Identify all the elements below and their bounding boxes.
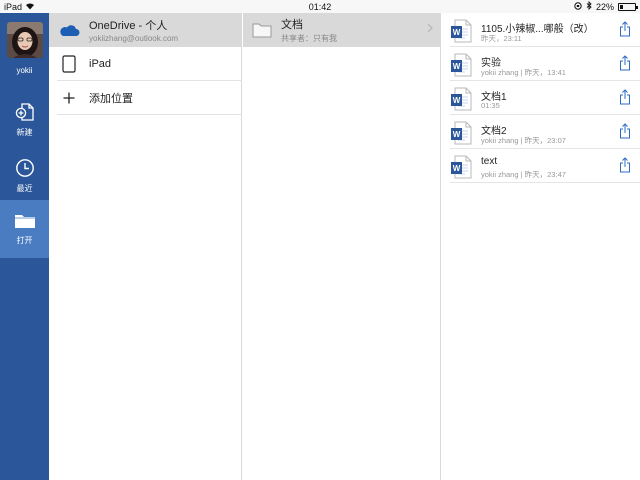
file-meta: yokii zhang | 昨天，23:07 (481, 136, 566, 145)
file-item[interactable]: W 1105.小辣椒...哪般（改） 昨天，23:11 (442, 13, 640, 47)
word-doc-icon: W (450, 121, 472, 150)
bluetooth-icon (586, 0, 592, 12)
status-left: iPad (4, 2, 35, 12)
file-meta: yokii zhang | 昨天，23:47 (481, 170, 566, 179)
ipad-icon (49, 55, 89, 73)
folders-pane: 文档 共享者：只有我 (243, 13, 441, 480)
chevron-right-icon (427, 23, 433, 36)
nav-open-label: 打开 (16, 236, 33, 245)
status-bar: iPad 01:42 22% (0, 0, 640, 13)
onedrive-cloud-icon (49, 23, 89, 37)
file-meta: 昨天，23:11 (481, 34, 522, 43)
share-icon[interactable] (619, 21, 631, 42)
files-pane: W 1105.小辣椒...哪般（改） 昨天，23:11 W 实验 yokii z… (442, 13, 640, 480)
share-icon[interactable] (619, 55, 631, 76)
nav-open[interactable]: 打开 (0, 200, 49, 258)
status-time: 01:42 (308, 1, 332, 12)
folder-icon (243, 22, 281, 38)
plus-icon (49, 92, 89, 104)
location-onedrive[interactable]: OneDrive - 个人 yokiizhang@outlook.com (49, 13, 242, 47)
nav-new[interactable]: 新建 (0, 91, 49, 149)
share-icon[interactable] (619, 89, 631, 110)
nav-recent[interactable]: 最近 (0, 147, 49, 205)
word-doc-icon: W (450, 87, 472, 116)
battery-icon (618, 2, 638, 11)
word-doc-icon: W (450, 53, 472, 82)
nav-new-label: 新建 (16, 128, 33, 137)
nav-recent-label: 最近 (16, 184, 33, 193)
add-place-title: 添加位置 (89, 93, 133, 105)
file-item[interactable]: W 实验 yokii zhang | 昨天，13:41 (442, 47, 640, 81)
file-meta: yokii zhang | 昨天，13:41 (481, 68, 566, 77)
svg-text:W: W (453, 164, 461, 173)
clock-icon (15, 158, 35, 178)
divider (450, 182, 640, 183)
word-doc-icon: W (450, 155, 472, 184)
share-icon[interactable] (619, 123, 631, 144)
avatar[interactable] (7, 22, 43, 58)
file-name: text (481, 156, 498, 167)
share-icon[interactable] (619, 157, 631, 178)
location-add-place[interactable]: 添加位置 (49, 81, 242, 115)
folder-sharing: 共享者：只有我 (281, 34, 337, 43)
wifi-icon (25, 2, 35, 12)
folder-name: 文档 (281, 19, 303, 31)
svg-text:W: W (453, 62, 461, 71)
locations-pane: OneDrive - 个人 yokiizhang@outlook.com iPa… (49, 13, 242, 480)
orientation-lock-icon (574, 1, 582, 12)
ipad-title: iPad (89, 58, 112, 70)
svg-text:W: W (453, 130, 461, 139)
onedrive-title: OneDrive - 个人 (89, 20, 168, 32)
file-meta: 01:35 (481, 101, 500, 110)
svg-text:W: W (453, 96, 461, 105)
file-item[interactable]: W text yokii zhang | 昨天，23:47 (442, 149, 640, 183)
onedrive-email: yokiizhang@outlook.com (89, 34, 179, 43)
file-item[interactable]: W 文档2 yokii zhang | 昨天，23:07 (442, 115, 640, 149)
divider (57, 114, 242, 115)
status-right: 22% (574, 0, 638, 12)
battery-fill (620, 4, 623, 9)
folder-icon (14, 212, 36, 230)
file-item[interactable]: W 文档1 01:35 (442, 81, 640, 115)
svg-text:W: W (453, 28, 461, 37)
username: yokii (16, 66, 33, 75)
folder-row[interactable]: 文档 共享者：只有我 (243, 13, 441, 47)
device-name: iPad (4, 1, 23, 12)
new-document-icon (15, 102, 35, 122)
onedrive-text: OneDrive - 个人 yokiizhang@outlook.com (89, 17, 178, 43)
location-ipad[interactable]: iPad (49, 47, 242, 81)
word-doc-icon: W (450, 19, 472, 48)
folder-text: 文档 共享者：只有我 (281, 16, 337, 44)
battery-percent: 22% (595, 1, 614, 12)
left-nav: yokii 新建 最近 打开 (0, 13, 49, 480)
